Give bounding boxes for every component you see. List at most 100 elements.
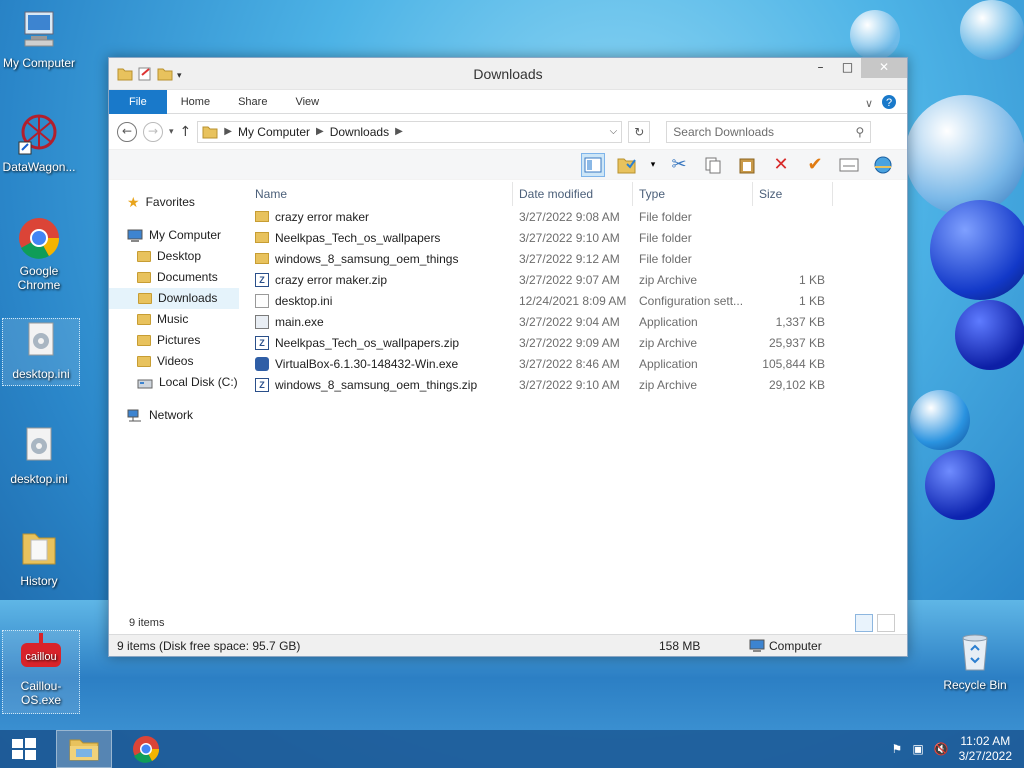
breadcrumb-my-computer[interactable]: My Computer xyxy=(238,125,310,139)
up-button[interactable]: ↑ xyxy=(180,124,192,140)
volume-muted-icon[interactable]: 🔇 xyxy=(934,742,949,756)
desktop-icon-desktop-ini-selected[interactable]: desktop.ini xyxy=(2,318,80,386)
file-name-cell[interactable]: desktop.ini xyxy=(249,293,513,308)
preview-pane-icon[interactable] xyxy=(581,152,605,177)
network-status-icon[interactable]: ▣ xyxy=(912,742,923,756)
exe-icon xyxy=(255,314,269,329)
start-button[interactable] xyxy=(0,730,48,768)
table-row[interactable]: main.exe 3/27/2022 9:04 AM Application 1,33… xyxy=(249,311,907,332)
close-button[interactable]: ✕ xyxy=(861,58,907,78)
desktop-icon-history[interactable]: History xyxy=(0,526,78,588)
tab-home[interactable]: Home xyxy=(167,90,224,114)
table-row[interactable]: windows_8_samsung_oem_things 3/27/2022 9:… xyxy=(249,248,907,269)
paste-icon[interactable] xyxy=(735,153,759,177)
nav-item-desktop[interactable]: Desktop xyxy=(109,246,249,267)
file-name-cell[interactable]: Neelkpas_Tech_os_wallpapers xyxy=(249,231,513,245)
window-controls: – □ ✕ xyxy=(807,58,907,78)
nav-item-favorites[interactable]: ★ Favorites xyxy=(109,192,249,213)
breadcrumb-separator-icon[interactable]: ▶ xyxy=(316,126,324,137)
breadcrumb-separator-icon[interactable]: ▶ xyxy=(395,126,403,137)
table-row[interactable]: crazy error maker 3/27/2022 9:08 AM File f… xyxy=(249,206,907,227)
select-all-icon[interactable] xyxy=(615,153,639,177)
status-location-label: Computer xyxy=(769,638,822,653)
nav-item-documents[interactable]: Documents xyxy=(109,267,249,288)
file-type: zip Archive xyxy=(639,377,698,392)
action-center-flag-icon[interactable]: ⚑ xyxy=(892,742,903,756)
desktop-icon-label: My Computer xyxy=(2,56,76,70)
maximize-button[interactable]: □ xyxy=(834,58,861,78)
nav-item-network[interactable]: Network xyxy=(109,405,249,426)
file-name-cell[interactable]: main.exe xyxy=(249,314,513,329)
column-header-date[interactable]: Date modified xyxy=(513,182,633,206)
network-globe-icon[interactable] xyxy=(871,153,895,177)
desktop-icon-google-chrome[interactable]: Google Chrome xyxy=(0,216,78,292)
file-type: Configuration sett... xyxy=(639,293,744,308)
clock[interactable]: 11:02 AM 3/27/2022 xyxy=(959,734,1012,764)
title-bar[interactable]: ▾ Downloads – □ ✕ xyxy=(109,58,907,90)
tab-share[interactable]: Share xyxy=(224,90,281,114)
view-switcher xyxy=(855,614,895,632)
properties-icon[interactable] xyxy=(837,153,861,177)
file-name-cell[interactable]: windows_8_samsung_oem_things xyxy=(249,252,513,266)
breadcrumb-separator-icon[interactable]: ▶ xyxy=(224,126,232,137)
copy-icon[interactable] xyxy=(701,153,725,177)
nav-item-pictures[interactable]: Pictures xyxy=(109,330,249,351)
file-name-cell[interactable]: Zcrazy error maker.zip xyxy=(249,272,513,287)
desktop-icon-my-computer[interactable]: My Computer xyxy=(0,8,78,70)
table-row[interactable]: Neelkpas_Tech_os_wallpapers 3/27/2022 9:1… xyxy=(249,227,907,248)
large-icons-view-icon[interactable] xyxy=(877,614,895,632)
taskbar-file-explorer[interactable] xyxy=(56,730,112,768)
table-row[interactable]: desktop.ini 12/24/2021 8:09 AM Configurati… xyxy=(249,290,907,311)
file-list[interactable]: Name Date modified Type Size crazy error… xyxy=(249,182,907,612)
folder-icon xyxy=(255,253,269,264)
explorer-window[interactable]: ▾ Downloads – □ ✕ File Home Share View ∨… xyxy=(108,57,908,657)
star-icon: ★ xyxy=(127,194,140,210)
tab-file[interactable]: File xyxy=(109,89,167,114)
file-name-cell[interactable]: VirtualBox-6.1.30-148432-Win.exe xyxy=(249,356,513,371)
column-header-type[interactable]: Type xyxy=(633,182,753,206)
table-row[interactable]: Zcrazy error maker.zip 3/27/2022 9:07 AM z… xyxy=(249,269,907,290)
cut-icon[interactable]: ✂ xyxy=(667,153,691,177)
forward-button[interactable]: → xyxy=(143,121,163,142)
table-row[interactable]: Zwindows_8_samsung_oem_things.zip 3/27/20… xyxy=(249,374,907,395)
nav-item-videos[interactable]: Videos xyxy=(109,351,249,372)
file-name-cell[interactable]: Z Neelkpas_Tech_os_wallpapers.zip xyxy=(249,335,513,350)
address-bar[interactable]: ▶ My Computer ▶ Downloads ▶ ⌵ xyxy=(197,120,623,143)
table-row[interactable]: VirtualBox-6.1.30-148432-Win.exe 3/27/202… xyxy=(249,353,907,374)
help-icon[interactable]: ? xyxy=(881,94,897,113)
desktop-icon-caillou-os[interactable]: caillou Caillou-OS.exe xyxy=(2,630,80,714)
recent-locations-icon[interactable]: ▾ xyxy=(169,127,174,137)
desktop-icon-label: History xyxy=(20,574,58,588)
desktop-icon-datawagon[interactable]: DataWagon... xyxy=(0,112,78,174)
wallpaper-ball xyxy=(850,10,900,60)
address-dropdown-icon[interactable]: ⌵ xyxy=(610,126,618,137)
refresh-button[interactable]: ↻ xyxy=(628,120,651,143)
navigation-pane[interactable]: ★ Favorites My Computer Desktop Document… xyxy=(109,182,249,612)
tab-view[interactable]: View xyxy=(281,90,333,114)
expand-ribbon-icon[interactable]: ∨ xyxy=(865,97,873,110)
back-button[interactable]: ← xyxy=(117,121,137,142)
svg-text:?: ? xyxy=(886,97,892,109)
minimize-button[interactable]: – xyxy=(807,58,834,78)
details-view-icon[interactable] xyxy=(855,614,873,632)
file-name-cell[interactable]: Zwindows_8_samsung_oem_things.zip xyxy=(249,377,513,392)
file-name-cell[interactable]: crazy error maker xyxy=(249,210,513,224)
delete-icon[interactable]: ✕ xyxy=(769,153,793,177)
desktop-icon-recycle-bin[interactable]: Recycle Bin xyxy=(936,630,1014,692)
column-header-size[interactable]: Size xyxy=(753,182,833,206)
computer-icon xyxy=(17,8,61,52)
nav-item-my-computer[interactable]: My Computer xyxy=(109,225,249,246)
search-input[interactable]: Search Downloads ⚲ xyxy=(666,120,872,143)
chevron-down-icon[interactable]: ▾ xyxy=(649,153,657,177)
nav-item-music[interactable]: Music xyxy=(109,309,249,330)
taskbar-chrome[interactable] xyxy=(118,730,174,768)
nav-item-local-disk[interactable]: Local Disk (C:) xyxy=(109,372,249,393)
table-row[interactable]: Z Neelkpas_Tech_os_wallpapers.zip 3/27/202… xyxy=(249,332,907,353)
desktop-icon-desktop-ini[interactable]: desktop.ini xyxy=(0,424,78,486)
column-header-name[interactable]: Name xyxy=(249,182,513,206)
desktop-icon-label: desktop.ini xyxy=(12,367,70,381)
breadcrumb-downloads[interactable]: Downloads xyxy=(330,125,389,139)
rename-check-icon[interactable]: ✔ xyxy=(803,153,827,177)
search-icon[interactable]: ⚲ xyxy=(855,125,864,139)
nav-item-downloads[interactable]: Downloads xyxy=(109,288,239,309)
